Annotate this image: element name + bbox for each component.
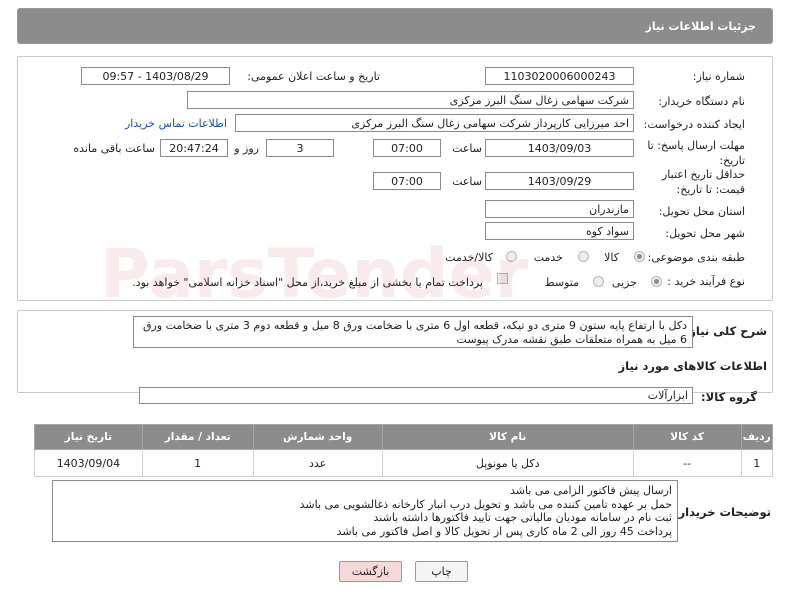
col-qty: تعداد / مقدار xyxy=(141,424,254,450)
process-partial-radio[interactable] xyxy=(651,276,662,287)
page-title: جزئیات اطلاعات نیاز xyxy=(645,19,757,33)
cell-date: 1403/09/04 xyxy=(34,449,143,477)
cell-unit: عدد xyxy=(252,449,383,477)
treasury-note: پرداخت تمام یا بخشی از مبلغ خرید،از محل … xyxy=(132,276,483,289)
validity-date-field[interactable]: 1403/09/29 xyxy=(485,172,634,190)
goods-group-field[interactable]: ابزارآلات xyxy=(139,387,693,404)
validity-time-label: ساعت xyxy=(452,175,482,188)
cell-row: 1 xyxy=(740,449,773,477)
category-goods-service-radio[interactable] xyxy=(506,251,517,262)
category-goods-label: کالا xyxy=(604,251,619,264)
city-label: شهر محل تحویل: xyxy=(665,227,745,240)
buyer-note-line: ارسال پیش فاکتور الزامی می باشد xyxy=(509,484,672,497)
category-service-radio[interactable] xyxy=(578,251,589,262)
col-row: ردیف xyxy=(740,424,773,450)
print-button[interactable]: چاپ xyxy=(415,561,468,582)
creator-label: ایجاد کننده درخواست: xyxy=(643,118,745,131)
province-label: استان محل تحویل: xyxy=(658,205,745,218)
buyer-notes-label: توضیحات خریدار: xyxy=(673,505,771,519)
buyer-note-line: حمل بر عهده تامین کننده می باشد و تحویل … xyxy=(299,497,672,511)
buyer-org-field[interactable]: شرکت سهامی زغال سنگ البرز مرکزی xyxy=(187,91,634,109)
goods-group-label: گروه کالا: xyxy=(701,390,757,404)
buyer-contact-link[interactable]: اطلاعات تماس خریدار xyxy=(125,117,227,130)
category-label: طبقه بندی موضوعی: xyxy=(647,251,745,264)
need-number-field[interactable]: 1103020006000243 xyxy=(485,67,634,85)
process-medium-label: متوسط xyxy=(544,276,579,289)
buyer-note-line: ثبت نام در سامانه مودیان مالیاتی جهت تای… xyxy=(373,511,672,524)
process-type-label: نوع فرآیند خرید : xyxy=(667,275,745,288)
validity-time-field[interactable]: 07:00 xyxy=(373,172,441,190)
table-row[interactable]: 1 -- دکل یا مونوپل عدد 1 1403/09/04 xyxy=(34,449,773,477)
cell-code: -- xyxy=(632,449,742,477)
remaining-label: ساعت باقی مانده xyxy=(73,142,155,155)
days-field[interactable]: 3 xyxy=(266,139,334,157)
remaining-time-field[interactable]: 20:47:24 xyxy=(160,139,228,157)
buyer-org-label: نام دستگاه خریدار: xyxy=(658,95,745,108)
need-number-label: شماره نیاز: xyxy=(692,70,745,83)
description-textarea[interactable]: دکل با ارتفاع پایه ستون 9 متری دو تیکه، … xyxy=(133,316,693,348)
category-goods-radio[interactable] xyxy=(634,251,645,262)
province-field[interactable]: مازندران xyxy=(485,200,634,218)
creator-field[interactable]: احد میرزایی کارپرداز شرکت سهامی زغال سنگ… xyxy=(235,114,634,132)
validity-label: حداقل تاریخ اعتبار قیمت: تا تاریخ: xyxy=(661,168,745,196)
category-service-label: خدمت xyxy=(533,251,563,264)
deadline-date-field[interactable]: 1403/09/03 xyxy=(485,139,634,157)
col-name: نام کالا xyxy=(381,424,634,450)
goods-table: ردیف کد کالا نام کالا واحد شمارش تعداد /… xyxy=(34,424,773,477)
page-header: جزئیات اطلاعات نیاز xyxy=(17,8,773,44)
announce-field[interactable]: 1403/08/29 - 09:57 xyxy=(81,67,230,85)
announce-label: تاریخ و ساعت اعلان عمومی: xyxy=(247,70,380,83)
buyer-note-line: پرداخت 45 روز الی 2 ماه کاری پس از تحویل… xyxy=(336,524,672,538)
col-date: تاریخ نیاز xyxy=(34,424,143,450)
days-label: روز و xyxy=(234,142,259,155)
category-goods-service-label: کالا/خدمت xyxy=(445,251,493,264)
col-unit: واحد شمارش xyxy=(252,424,383,450)
back-button[interactable]: بازگشت xyxy=(339,561,402,582)
col-code: کد کالا xyxy=(632,424,742,450)
process-partial-label: جزیی xyxy=(611,276,637,289)
buyer-notes-textarea[interactable]: ارسال پیش فاکتور الزامی می باشد حمل بر ع… xyxy=(52,480,678,542)
cell-qty: 1 xyxy=(141,449,254,477)
goods-table-header: ردیف کد کالا نام کالا واحد شمارش تعداد /… xyxy=(34,424,773,450)
goods-info-title: اطلاعات کالاهای مورد نیاز xyxy=(618,359,767,373)
description-label: شرح کلی نیاز: xyxy=(684,324,767,338)
deadline-time-field[interactable]: 07:00 xyxy=(373,139,441,157)
cell-name: دکل یا مونوپل xyxy=(381,449,634,477)
deadline-label: مهلت ارسال پاسخ: تا تاریخ: xyxy=(647,139,745,167)
treasury-checkbox[interactable] xyxy=(497,273,508,284)
city-field[interactable]: سواد کوه xyxy=(485,222,634,240)
deadline-time-label: ساعت xyxy=(452,142,482,155)
process-medium-radio[interactable] xyxy=(593,276,604,287)
